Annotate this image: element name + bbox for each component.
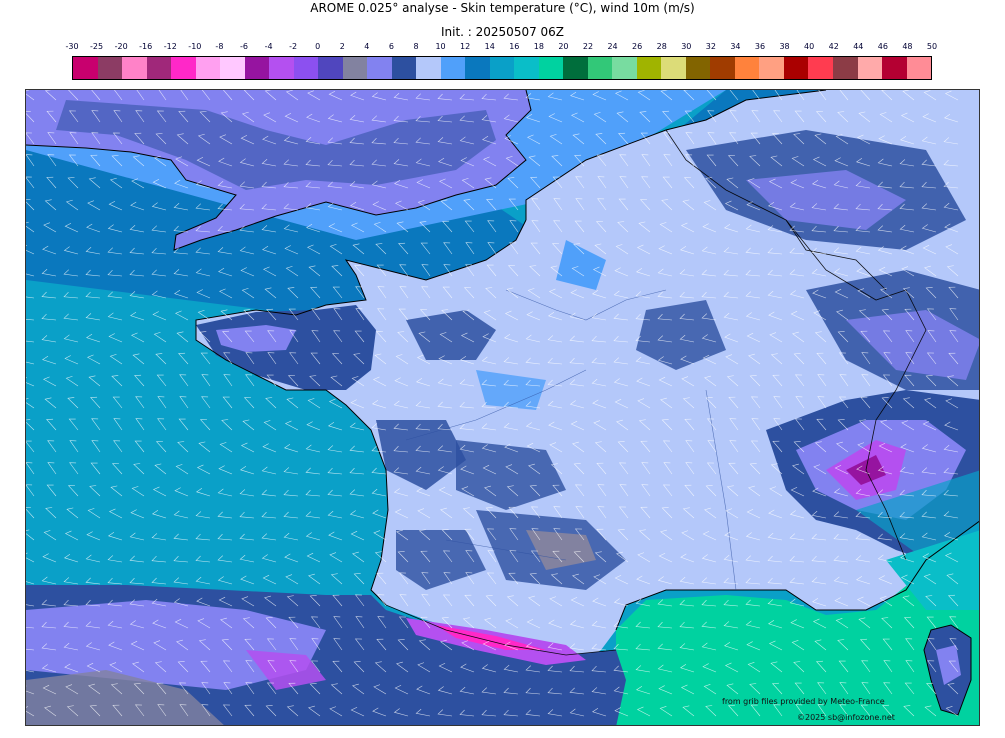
colorbar-swatch [783,57,809,79]
colorbar-tick-label: 6 [388,42,394,51]
colorbar-tick-label: 20 [558,42,569,51]
map-panel [25,89,980,726]
colorbar-swatch [195,57,221,79]
colorbar-tick-label: -10 [188,42,202,51]
colorbar-tick-label: 30 [681,42,692,51]
colorbar-swatch [367,57,392,79]
colorbar-tick-label: -4 [264,42,273,51]
colorbar-tick-label: 16 [509,42,520,51]
colorbar-swatch [220,57,245,79]
colorbar-swatch [416,57,441,79]
colorbar-tick-label: 12 [460,42,471,51]
colorbar-swatch [832,57,858,79]
colorbar-tick-label: 50 [926,42,938,51]
colorbar-tick-label: 32 [705,42,716,51]
colorbar-tick-label: 40 [804,42,815,51]
colorbar-tick-label: 44 [853,42,864,51]
colorbar-swatch [882,57,907,79]
colorbar-swatch [244,57,270,79]
colorbar-swatch [122,57,147,79]
colorbar-swatch [906,57,932,79]
colorbar-swatch [171,57,196,79]
colorbar-tick-label: 0 [315,42,321,51]
colorbar-tick-label: 42 [828,42,839,51]
colorbar-swatch [440,57,466,79]
colorbar-tick-label: 14 [484,42,495,51]
colorbar-tick-label: 38 [779,42,790,51]
colorbar-tick-label: 34 [730,42,741,51]
colorbar-tick-label: 22 [582,42,594,51]
colorbar-swatch [146,57,172,79]
colorbar-swatch [538,57,564,79]
colorbar-tick-label: -16 [139,42,153,51]
colorbar-tick-label: -30 [65,42,79,51]
colorbar-tick-label: 24 [607,42,618,51]
colorbar-swatch [318,57,343,79]
colorbar-tick-label: 46 [877,42,888,51]
colorbar-tick-label: 26 [632,42,643,51]
chart-title: AROME 0.025° analyse - Skin temperature … [310,1,695,15]
init-time: Init. : 20250507 06Z [440,25,565,39]
colorbar-swatch [636,57,662,79]
map-canvas [26,90,979,725]
colorbar-swatch [612,57,637,79]
colorbar-swatch [391,57,417,79]
colorbar-swatch [73,57,98,79]
colorbar-swatch [293,57,319,79]
colorbar-swatch [342,57,368,79]
colorbar-tick-label: 4 [364,42,370,51]
colorbar-swatch [710,57,735,79]
data-source-credit: from grib files provided by Meteo-France [722,697,885,706]
colorbar-swatch [489,57,515,79]
colorbar-tick-label: -2 [289,42,298,51]
colorbar-tick-label: 8 [413,42,419,51]
colorbar-tick-label: -12 [163,42,177,51]
colorbar-tick-label: 18 [533,42,544,51]
colorbar-swatch [563,57,588,79]
colorbar-swatch [587,57,613,79]
colorbar-tick-label: 2 [339,42,345,51]
colorbar-tick-label: -6 [240,42,248,51]
colorbar-swatch [685,57,711,79]
colorbar-tick-label: -8 [215,42,224,51]
colorbar-swatch [465,57,490,79]
colorbar-tick-label: 48 [902,42,913,51]
copyright: ©2025 sb@infozone.net [797,713,895,722]
colorbar-swatch [734,57,760,79]
colorbar-tick-label: -20 [114,42,128,51]
colorbar-swatch [269,57,294,79]
colorbar-tick-label: 10 [435,42,446,51]
colorbar-swatch [514,57,539,79]
colorbar-swatch [661,57,686,79]
colorbar-swatch [97,57,123,79]
colorbar-tick-labels: -30 -25 -20 -16 -12 -10 -8 -6 -4 -2 0 2 4 6 8 10 12 14 16 1… [65,42,937,54]
colorbar-tick-label: 28 [656,42,667,51]
colorbar-swatch [808,57,833,79]
colorbar-swatch [759,57,784,79]
colorbar [72,56,932,80]
colorbar-tick-label: 36 [754,42,766,51]
colorbar-swatch [857,57,883,79]
colorbar-tick-label: -25 [90,42,104,51]
